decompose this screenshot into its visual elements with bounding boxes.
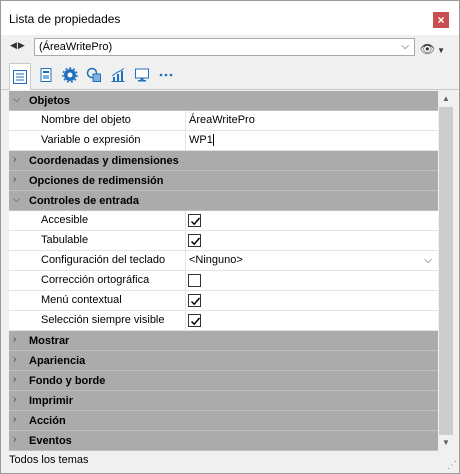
- property-row: Selección siempre visible: [9, 311, 438, 331]
- section-objetos[interactable]: ⌵ Objetos: [9, 91, 438, 111]
- chart-icon: [111, 68, 125, 82]
- object-name-field[interactable]: ÁreaWritePro: [187, 111, 255, 130]
- list-icon: [13, 69, 27, 84]
- scroll-down-icon[interactable]: ▼: [438, 435, 454, 451]
- property-grid: ⌵ Objetos Nombre del objeto ÁreaWritePro…: [9, 91, 438, 451]
- tab-document[interactable]: [35, 64, 57, 86]
- status-text: Todos los temas: [9, 454, 89, 466]
- property-name: Accesible: [9, 211, 186, 230]
- chevron-down-icon: ⌵: [13, 194, 21, 205]
- object-selector-row: ◀▶ (ÁreaWritePro) ⌵ 👁 ▼: [1, 35, 459, 59]
- property-list-window: Lista de propiedades × ◀▶ (ÁreaWritePro)…: [0, 0, 460, 474]
- section-accion[interactable]: › Acción: [9, 411, 438, 431]
- property-row: Corrección ortográfica: [9, 271, 438, 291]
- monitor-icon: [135, 68, 149, 82]
- property-row: Accesible: [9, 211, 438, 231]
- section-label: Coordenadas y dimensiones: [29, 155, 179, 167]
- chevron-right-icon: ›: [13, 434, 17, 445]
- tab-toolbar: [1, 61, 459, 90]
- property-name: Menú contextual: [9, 291, 186, 310]
- tabulable-checkbox[interactable]: [188, 234, 201, 247]
- property-name: Selección siempre visible: [9, 311, 186, 330]
- document-icon: [40, 68, 52, 82]
- property-row: Configuración del teclado <Ninguno> ⌵: [9, 251, 438, 271]
- section-label: Controles de entrada: [29, 195, 140, 207]
- property-row: Menú contextual: [9, 291, 438, 311]
- chevron-right-icon: ›: [13, 334, 17, 345]
- section-mostrar[interactable]: › Mostrar: [9, 331, 438, 351]
- property-name: Nombre del objeto: [9, 111, 186, 130]
- tab-more[interactable]: [155, 64, 177, 86]
- section-label: Fondo y borde: [29, 375, 106, 387]
- close-icon[interactable]: ×: [433, 12, 449, 28]
- checkmark-icon: [190, 217, 201, 226]
- property-name: Tabulable: [9, 231, 186, 250]
- property-row: Tabulable: [9, 231, 438, 251]
- chevron-right-icon: ›: [13, 414, 17, 425]
- resize-grip-icon[interactable]: ⋰: [447, 460, 457, 471]
- title-bar: Lista de propiedades ×: [1, 1, 459, 35]
- object-select-value: (ÁreaWritePro): [39, 41, 113, 53]
- scroll-up-icon[interactable]: ▲: [438, 91, 454, 107]
- context-menu-checkbox[interactable]: [188, 294, 201, 307]
- property-name: Configuración del teclado: [9, 251, 186, 270]
- chevron-down-icon: ⌵: [401, 41, 409, 52]
- chevron-right-icon: ›: [13, 374, 17, 385]
- section-coordenadas[interactable]: › Coordenadas y dimensiones: [9, 151, 438, 171]
- property-row: Nombre del objeto ÁreaWritePro: [9, 111, 438, 131]
- keyboard-config-select[interactable]: <Ninguno>: [187, 251, 243, 270]
- section-label: Apariencia: [29, 355, 86, 367]
- section-eventos[interactable]: › Eventos: [9, 431, 438, 451]
- text-caret: [212, 134, 214, 147]
- section-label: Objetos: [29, 95, 70, 107]
- chevron-right-icon: ›: [13, 154, 17, 165]
- more-icon: [159, 73, 173, 77]
- variable-value: WP1: [189, 134, 213, 146]
- status-bar: Todos los temas ⋰: [1, 453, 459, 473]
- scroll-thumb[interactable]: [439, 107, 453, 435]
- section-label: Mostrar: [29, 335, 70, 347]
- tab-settings[interactable]: [59, 64, 81, 86]
- checkmark-icon: [190, 237, 201, 246]
- property-name: Variable o expresión: [9, 131, 186, 150]
- gear-icon: [62, 67, 78, 83]
- vertical-scrollbar[interactable]: ▲ ▼: [438, 91, 454, 451]
- chevron-down-icon[interactable]: ⌵: [424, 255, 432, 266]
- chevron-down-icon: ⌵: [13, 94, 21, 105]
- chevron-right-icon: ›: [13, 174, 17, 185]
- shapes-icon: [86, 67, 101, 82]
- window-title: Lista de propiedades: [9, 12, 121, 26]
- section-imprimir[interactable]: › Imprimir: [9, 391, 438, 411]
- accesible-checkbox[interactable]: [188, 214, 201, 227]
- tab-shapes[interactable]: [83, 64, 105, 86]
- section-label: Eventos: [29, 435, 72, 447]
- tab-list[interactable]: [9, 63, 31, 90]
- object-select[interactable]: (ÁreaWritePro) ⌵: [34, 38, 415, 56]
- section-controles[interactable]: ⌵ Controles de entrada: [9, 191, 438, 211]
- chevron-right-icon: ›: [13, 394, 17, 405]
- tab-monitor[interactable]: [131, 64, 153, 86]
- checkmark-icon: [190, 297, 201, 306]
- eye-menu-icon[interactable]: 👁 ▼: [420, 42, 445, 56]
- property-name: Corrección ortográfica: [9, 271, 186, 290]
- section-label: Imprimir: [29, 395, 74, 407]
- section-fondo[interactable]: › Fondo y borde: [9, 371, 438, 391]
- spellcheck-checkbox[interactable]: [188, 274, 201, 287]
- variable-expression-field[interactable]: WP1: [187, 131, 214, 150]
- chevron-right-icon: ›: [13, 354, 17, 365]
- section-label: Acción: [29, 415, 66, 427]
- section-apariencia[interactable]: › Apariencia: [9, 351, 438, 371]
- checkmark-icon: [190, 317, 201, 326]
- section-label: Opciones de redimensión: [29, 175, 164, 187]
- nav-arrows-icon[interactable]: ◀▶: [10, 40, 26, 51]
- section-redimension[interactable]: › Opciones de redimensión: [9, 171, 438, 191]
- selection-visible-checkbox[interactable]: [188, 314, 201, 327]
- tab-chart[interactable]: [107, 64, 129, 86]
- property-row: Variable o expresión WP1: [9, 131, 438, 151]
